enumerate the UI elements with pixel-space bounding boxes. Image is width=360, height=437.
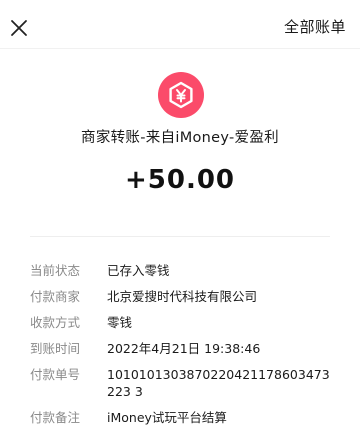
yuan-hexagon-icon bbox=[169, 81, 193, 109]
close-icon bbox=[11, 20, 27, 36]
transaction-amount: +50.00 bbox=[124, 165, 236, 195]
detail-label: 付款备注 bbox=[30, 410, 81, 425]
detail-label: 当前状态 bbox=[30, 263, 81, 278]
detail-row-payer: 付款商家 北京爱搜时代科技有限公司 bbox=[30, 288, 335, 305]
transaction-title: 商家转账-来自iMoney-爱盈利 bbox=[81, 130, 279, 146]
all-bills-link[interactable]: 全部账单 bbox=[284, 16, 346, 37]
detail-value: iMoney试玩平台结算 bbox=[107, 410, 227, 425]
close-button[interactable] bbox=[9, 18, 29, 38]
detail-value: 2022年4月21日 19:38:46 bbox=[107, 341, 261, 356]
detail-label: 付款商家 bbox=[30, 289, 81, 304]
detail-value: 已存入零钱 bbox=[107, 263, 170, 278]
detail-row-status: 当前状态 已存入零钱 bbox=[30, 262, 335, 279]
merchant-logo bbox=[158, 72, 204, 118]
detail-value: 1010101303870220421178603473223 3 bbox=[107, 367, 330, 399]
detail-row-time: 到账时间 2022年4月21日 19:38:46 bbox=[30, 340, 335, 357]
detail-value[interactable]: 北京爱搜时代科技有限公司 bbox=[107, 288, 335, 305]
top-bar: 全部账单 bbox=[0, 0, 360, 54]
detail-value: 零钱 bbox=[107, 315, 133, 330]
detail-label: 收款方式 bbox=[30, 315, 81, 330]
detail-row-method: 收款方式 零钱 bbox=[30, 314, 335, 331]
header-divider bbox=[0, 48, 360, 49]
detail-row-order-number: 付款单号 1010101303870220421178603473223 3 bbox=[30, 366, 335, 400]
section-divider bbox=[30, 236, 330, 237]
detail-label: 付款单号 bbox=[30, 367, 81, 382]
detail-row-remark: 付款备注 iMoney试玩平台结算 bbox=[30, 409, 335, 426]
transaction-details: 当前状态 已存入零钱 付款商家 北京爱搜时代科技有限公司 收款方式 零钱 到账时… bbox=[30, 262, 335, 435]
detail-label: 到账时间 bbox=[30, 341, 81, 356]
